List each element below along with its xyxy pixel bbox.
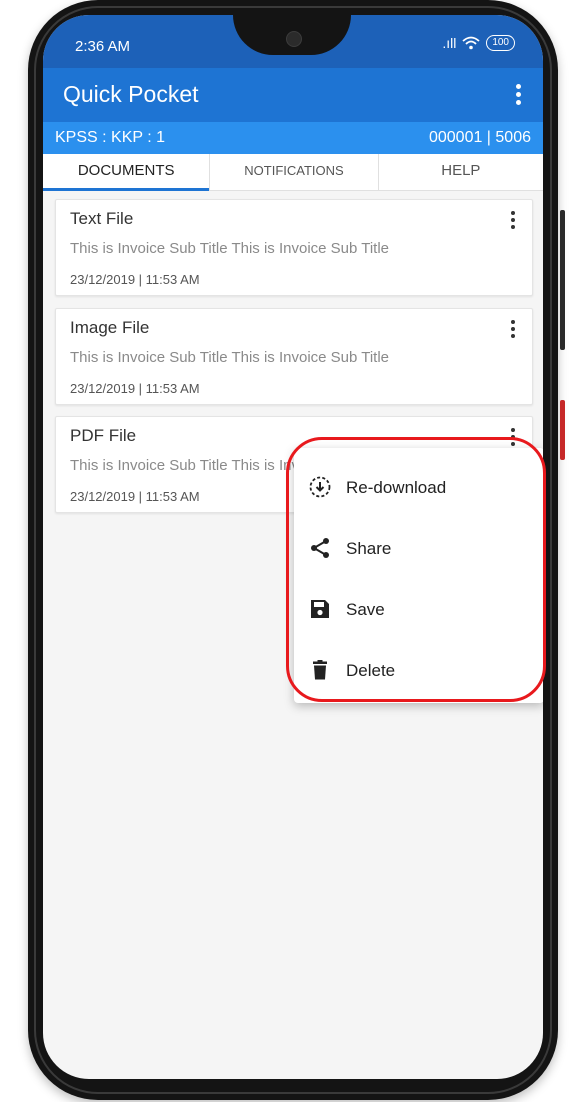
wifi-icon bbox=[462, 36, 480, 50]
menu-label: Delete bbox=[346, 661, 396, 680]
more-vert-icon[interactable] bbox=[506, 209, 520, 233]
status-icons: .ıll 100 bbox=[442, 35, 515, 51]
more-vert-icon[interactable] bbox=[506, 426, 520, 450]
menu-item-redownload[interactable]: Re-download bbox=[294, 463, 543, 513]
more-vert-icon[interactable] bbox=[506, 318, 520, 342]
volume-button bbox=[560, 210, 565, 350]
document-date: 23/12/2019 | 11:53 AM bbox=[70, 489, 200, 504]
menu-item-delete[interactable]: Delete bbox=[294, 646, 543, 696]
document-title: Image File bbox=[70, 318, 150, 337]
document-card[interactable]: Image File This is Invoice Sub Title Thi… bbox=[55, 308, 533, 405]
screen: 2:36 AM .ıll 100 Quick Pocket KPSS : KKP… bbox=[43, 15, 543, 1079]
power-button bbox=[560, 400, 565, 460]
app-bar: Quick Pocket bbox=[43, 68, 543, 122]
document-card[interactable]: Text File This is Invoice Sub Title This… bbox=[55, 199, 533, 296]
tab-documents[interactable]: DOCUMENTS bbox=[43, 154, 211, 191]
signal-icon: .ıll bbox=[442, 35, 457, 51]
download-circle-icon bbox=[309, 476, 331, 498]
document-title: Text File bbox=[70, 209, 134, 228]
document-title: PDF File bbox=[70, 426, 137, 445]
document-subtitle: This is Invoice Sub Title This is Invoic… bbox=[70, 240, 390, 257]
menu-label: Share bbox=[346, 539, 392, 558]
delete-icon bbox=[313, 660, 327, 680]
menu-item-save[interactable]: Save bbox=[294, 585, 543, 635]
info-bar-left: KPSS : KKP : 1 bbox=[55, 129, 165, 146]
info-bar: KPSS : KKP : 1 000001 | 5006 bbox=[43, 122, 543, 154]
app-title: Quick Pocket bbox=[63, 81, 199, 107]
battery-icon: 100 bbox=[486, 35, 515, 51]
document-date: 23/12/2019 | 11:53 AM bbox=[70, 381, 200, 396]
status-time: 2:36 AM bbox=[75, 38, 131, 55]
camera-icon bbox=[286, 31, 302, 47]
menu-label: Re-download bbox=[346, 478, 447, 497]
document-subtitle: This is Invoice Sub Title This is Invoic… bbox=[70, 349, 390, 366]
menu-label: Save bbox=[346, 600, 385, 619]
tab-help[interactable]: HELP bbox=[379, 154, 543, 190]
info-bar-right: 000001 | 5006 bbox=[428, 129, 531, 146]
more-vert-icon[interactable] bbox=[509, 81, 529, 109]
context-menu: Re-download Share Save Delete bbox=[294, 448, 543, 703]
menu-item-share[interactable]: Share bbox=[294, 524, 543, 574]
document-date: 23/12/2019 | 11:53 AM bbox=[70, 272, 200, 287]
share-icon bbox=[311, 538, 329, 558]
tab-bar: DOCUMENTS NOTIFICATIONS HELP bbox=[43, 154, 543, 191]
save-icon bbox=[311, 600, 329, 618]
tab-notifications[interactable]: NOTIFICATIONS bbox=[210, 154, 379, 190]
